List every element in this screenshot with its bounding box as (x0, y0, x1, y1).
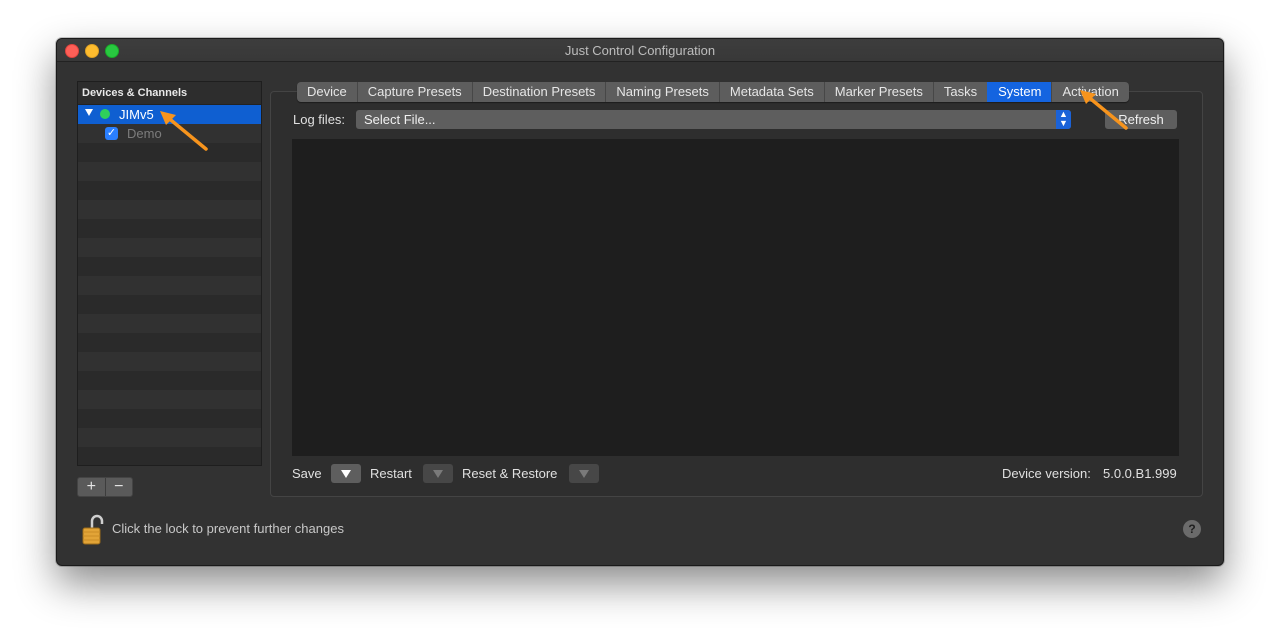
config-window: Just Control Configuration Devices & Cha… (56, 38, 1224, 566)
tab-device[interactable]: Device (297, 82, 357, 102)
save-menu-button[interactable] (331, 464, 361, 483)
restart-label: Restart (370, 466, 412, 481)
list-background (78, 105, 261, 465)
device-version-value: 5.0.0.B1.999 (1103, 466, 1177, 481)
log-file-select-value: Select File... (364, 112, 436, 127)
device-label: JIMv5 (119, 107, 154, 122)
device-version-label: Device version: (1002, 466, 1091, 481)
chevron-down-icon (579, 470, 589, 478)
save-label: Save (292, 466, 322, 481)
chevron-down-icon (433, 470, 443, 478)
tab-marker-presets[interactable]: Marker Presets (823, 82, 933, 102)
status-dot-icon (100, 109, 110, 119)
lock-status-text: Click the lock to prevent further change… (112, 521, 344, 536)
sidebar-header: Devices & Channels (78, 82, 261, 105)
reset-restore-label: Reset & Restore (462, 466, 558, 481)
log-files-label: Log files: (293, 112, 346, 127)
tab-system[interactable]: System (987, 82, 1052, 102)
unlocked-padlock-icon[interactable] (82, 514, 104, 546)
reset-restore-menu-button[interactable] (569, 464, 599, 483)
disclosure-triangle-icon[interactable] (85, 109, 93, 116)
log-file-select[interactable]: Select File... ▲ ▼ (356, 110, 1071, 129)
window-title: Just Control Configuration (564, 43, 716, 58)
tab-metadata-sets[interactable]: Metadata Sets (718, 82, 824, 102)
remove-button[interactable]: − (104, 478, 133, 496)
tab-bar: Device Capture Presets Destination Prese… (297, 82, 1129, 102)
restart-menu-button[interactable] (423, 464, 453, 483)
add-remove-control: + − (77, 477, 133, 497)
channel-checkbox[interactable]: ✓ (105, 127, 118, 140)
tab-capture-presets[interactable]: Capture Presets (356, 82, 472, 102)
log-view[interactable] (292, 139, 1179, 456)
annotation-arrow-icon (1080, 90, 1128, 130)
help-button[interactable]: ? (1183, 520, 1201, 538)
tab-naming-presets[interactable]: Naming Presets (605, 82, 718, 102)
select-stepper-icon: ▲ ▼ (1056, 110, 1071, 129)
add-button[interactable]: + (78, 478, 105, 496)
tab-destination-presets[interactable]: Destination Presets (471, 82, 606, 102)
chevron-down-icon (341, 470, 351, 478)
title-bar: Just Control Configuration (57, 39, 1223, 62)
annotation-arrow-icon (160, 111, 208, 151)
tab-tasks[interactable]: Tasks (932, 82, 987, 102)
